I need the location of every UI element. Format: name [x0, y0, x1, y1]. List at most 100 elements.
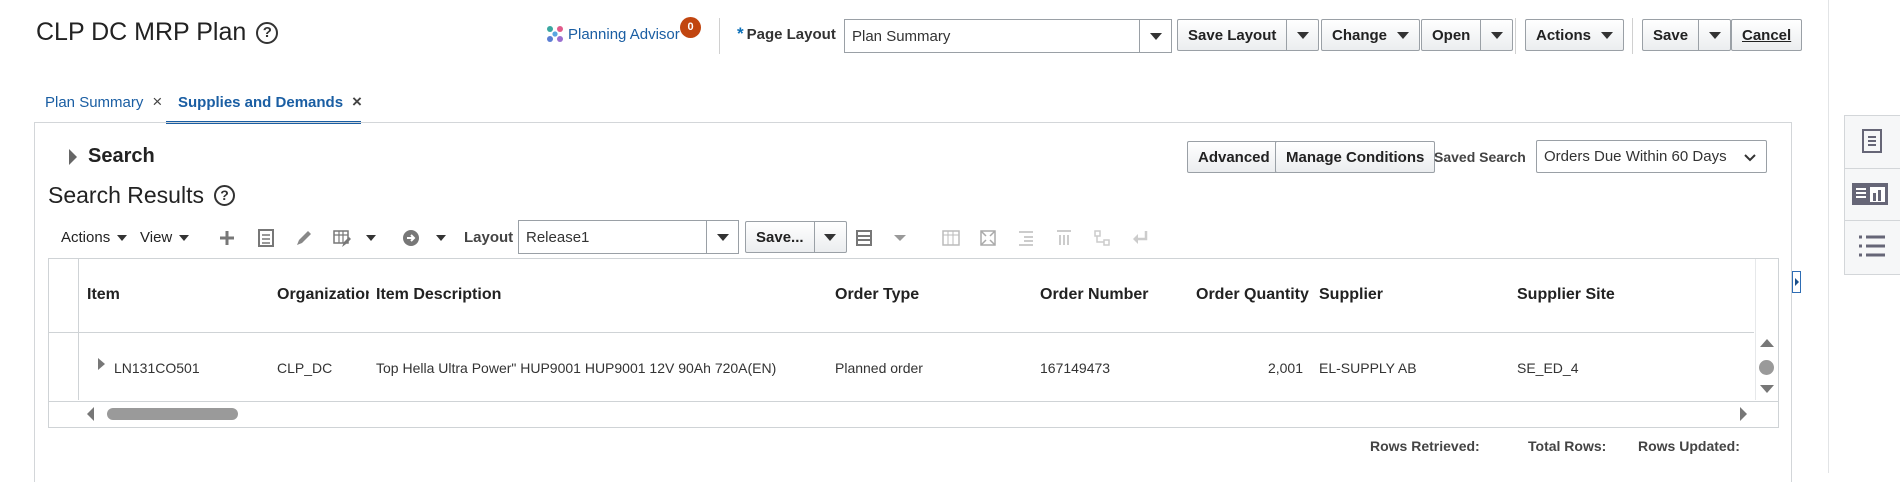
scroll-down-icon[interactable]	[1760, 385, 1774, 393]
horizontal-scrollbar[interactable]	[49, 401, 1778, 427]
chevron-down-icon[interactable]	[436, 235, 446, 241]
region-divider	[1828, 0, 1829, 473]
chevron-down-icon	[179, 234, 190, 241]
change-button[interactable]: Change	[1321, 19, 1421, 51]
header-divider	[49, 332, 1754, 333]
chevron-down-icon	[1296, 31, 1309, 39]
column-header-order-type[interactable]: Order Type	[835, 286, 919, 304]
scroll-up-icon[interactable]	[1760, 339, 1774, 347]
tab-label: Plan Summary	[45, 93, 144, 111]
planning-advisor-link[interactable]: Planning Advisor 0	[545, 17, 701, 44]
layout-value: Release1	[526, 228, 590, 246]
page-layout-select[interactable]: Plan Summary	[844, 19, 1172, 53]
search-disclosure[interactable]: Search	[69, 145, 155, 168]
search-results-title-text: Search Results	[48, 182, 204, 208]
results-actions-label: Actions	[61, 229, 111, 246]
hierarchy-icon	[1090, 226, 1114, 250]
chevron-down-icon	[117, 234, 128, 241]
column-header-item-description[interactable]: Item Description	[376, 286, 501, 304]
close-icon[interactable]: ×	[152, 92, 162, 112]
chevron-down-icon	[1601, 31, 1614, 39]
chevron-down-icon	[824, 233, 837, 241]
close-icon[interactable]: ×	[352, 92, 362, 112]
save-menu-button[interactable]	[1699, 19, 1732, 51]
column-header-order-number[interactable]: Order Number	[1040, 286, 1148, 304]
layout-select[interactable]: Release1	[518, 220, 739, 254]
layout-save-menu-button[interactable]	[814, 221, 847, 253]
document-icon[interactable]	[1858, 127, 1886, 155]
row-selector-column	[49, 259, 79, 400]
sidebar-divider	[1844, 220, 1900, 221]
expand-icon	[69, 148, 77, 165]
open-menu-button[interactable]	[1481, 19, 1514, 51]
edit-icon[interactable]	[292, 226, 316, 250]
chevron-down-icon[interactable]	[706, 221, 738, 253]
chevron-down-icon	[1490, 31, 1503, 39]
layout-save-split: Save...	[745, 221, 847, 253]
saved-search-select[interactable]: Orders Due Within 60 Days	[1536, 140, 1767, 173]
view-label: View	[140, 229, 173, 246]
freeze-icon	[939, 226, 963, 250]
help-icon[interactable]: ?	[213, 185, 235, 206]
tab-supplies-and-demands[interactable]: Supplies and Demands ×	[178, 92, 362, 112]
chevron-down-icon[interactable]	[894, 235, 906, 241]
manage-conditions-button[interactable]: Manage Conditions	[1275, 141, 1436, 173]
save-layout-menu-button[interactable]	[1287, 19, 1320, 51]
tab-plan-summary[interactable]: Plan Summary ×	[45, 92, 162, 112]
cell-order-type: Planned order	[835, 360, 923, 376]
table-edit-icon[interactable]	[330, 226, 354, 250]
cell-supplier-site: SE_ED_4	[1517, 360, 1579, 376]
column-header-order-quantity[interactable]: Order Quantity	[1196, 286, 1309, 304]
column-header-supplier[interactable]: Supplier	[1319, 286, 1383, 304]
column-header-organization[interactable]: Organization	[277, 286, 369, 304]
cell-order-number: 167149473	[1040, 360, 1111, 376]
expand-row-icon[interactable]	[98, 358, 105, 370]
page-title: CLP DC MRP Plan ?	[36, 18, 279, 47]
cancel-label: Cancel	[1742, 26, 1792, 44]
page-layout-value: Plan Summary	[852, 27, 951, 45]
advanced-label: Advanced	[1198, 148, 1270, 166]
detach-icon	[976, 226, 1000, 250]
help-icon[interactable]: ?	[256, 21, 279, 44]
cell-item-description: Top Hella Ultra Power" HUP9001 HUP9001 1…	[376, 360, 777, 376]
column-header-supplier-site[interactable]: Supplier Site	[1517, 286, 1615, 304]
list-icon[interactable]	[1856, 232, 1888, 260]
column-header-item[interactable]: Item	[87, 286, 120, 304]
open-button[interactable]: Open	[1421, 19, 1482, 51]
layout-save-button[interactable]: Save...	[745, 221, 815, 253]
saved-search-label: Saved Search	[1434, 149, 1526, 165]
page-layout-label-text: Page Layout	[746, 26, 836, 43]
cell-item: LN131CO501	[114, 360, 200, 376]
rows-updated-label: Rows Updated:	[1638, 438, 1740, 454]
dashboard-icon[interactable]	[1850, 180, 1890, 208]
saved-search-value: Orders Due Within 60 Days	[1544, 148, 1727, 165]
add-icon[interactable]	[215, 226, 239, 250]
layout-label: Layout	[464, 229, 514, 246]
save-layout-button[interactable]: Save Layout	[1177, 19, 1288, 51]
advanced-button[interactable]: Advanced	[1187, 141, 1281, 173]
header-divider	[1632, 18, 1633, 54]
panel-collapse-handle[interactable]	[1792, 271, 1801, 293]
go-icon[interactable]	[399, 226, 423, 250]
duplicate-icon[interactable]	[254, 226, 278, 250]
page-title-text: CLP DC MRP Plan	[36, 18, 247, 46]
return-icon	[1128, 226, 1152, 250]
actions-label: Actions	[1536, 26, 1592, 44]
save-button[interactable]: Save	[1642, 19, 1700, 51]
cell-supplier: EL-SUPPLY AB	[1319, 360, 1417, 376]
chevron-down-icon[interactable]	[366, 235, 376, 241]
planning-advisor-label: Planning Advisor	[568, 25, 680, 43]
view-menu[interactable]: View	[140, 229, 190, 246]
cancel-button[interactable]: Cancel	[1731, 19, 1803, 51]
horizontal-scroll-thumb[interactable]	[107, 408, 238, 420]
header-divider	[1515, 18, 1516, 54]
actions-button[interactable]: Actions	[1525, 19, 1625, 51]
vertical-scroll-thumb[interactable]	[1759, 360, 1774, 375]
scroll-right-icon[interactable]	[1740, 407, 1747, 421]
planning-advisor-icon	[547, 26, 563, 42]
cell-order-quantity: 2,001	[1267, 360, 1303, 376]
scroll-left-icon[interactable]	[87, 407, 94, 421]
chevron-down-icon[interactable]	[1139, 20, 1171, 52]
results-actions-menu[interactable]: Actions	[61, 229, 128, 246]
columns-icon[interactable]	[852, 226, 876, 250]
